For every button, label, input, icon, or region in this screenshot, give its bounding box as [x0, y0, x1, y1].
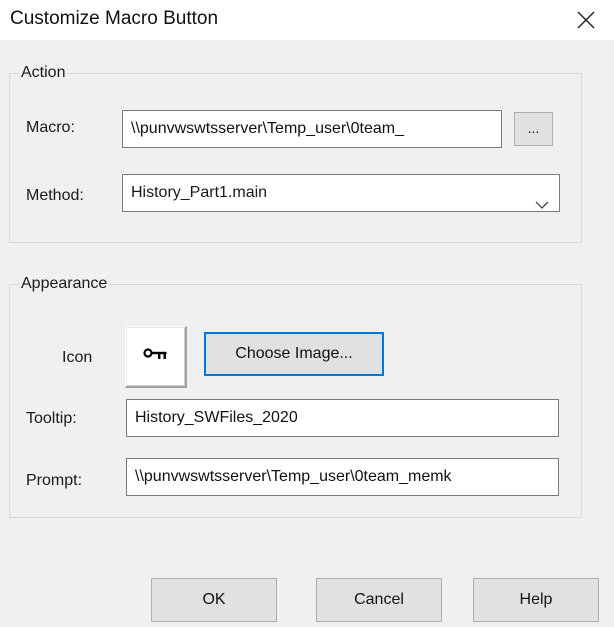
tooltip-field[interactable]: History_SWFiles_2020	[126, 399, 559, 437]
icon-preview-button[interactable]	[125, 326, 187, 388]
icon-label: Icon	[62, 349, 93, 366]
appearance-group-label: Appearance	[19, 274, 110, 294]
prompt-field[interactable]: \\punvwswtsserver\Temp_user\0team_memk	[126, 458, 559, 496]
action-group-label: Action	[19, 63, 68, 83]
key-icon	[142, 347, 169, 366]
method-selected-value: History_Part1.main	[131, 184, 268, 201]
browse-macro-button[interactable]: ...	[514, 112, 553, 146]
ok-button[interactable]: OK	[151, 578, 277, 622]
customize-macro-button-dialog: Customize Macro Button Action Macro: \\p…	[0, 0, 614, 627]
cancel-button[interactable]: Cancel	[316, 578, 442, 622]
help-button[interactable]: Help	[473, 578, 599, 622]
choose-image-button[interactable]: Choose Image...	[204, 332, 384, 376]
macro-label: Macro:	[26, 119, 75, 136]
close-icon	[577, 11, 595, 29]
macro-path-field[interactable]: \\punvwswtsserver\Temp_user\0team_	[122, 110, 502, 148]
method-dropdown[interactable]: History_Part1.main	[122, 174, 560, 212]
prompt-label: Prompt:	[26, 472, 83, 489]
chevron-down-icon	[535, 188, 549, 224]
dialog-title: Customize Macro Button	[10, 8, 219, 29]
tooltip-label: Tooltip:	[26, 410, 77, 427]
title-bar: Customize Macro Button	[0, 0, 614, 40]
action-group	[9, 73, 582, 243]
close-button[interactable]	[558, 0, 614, 40]
method-label: Method:	[26, 187, 84, 204]
